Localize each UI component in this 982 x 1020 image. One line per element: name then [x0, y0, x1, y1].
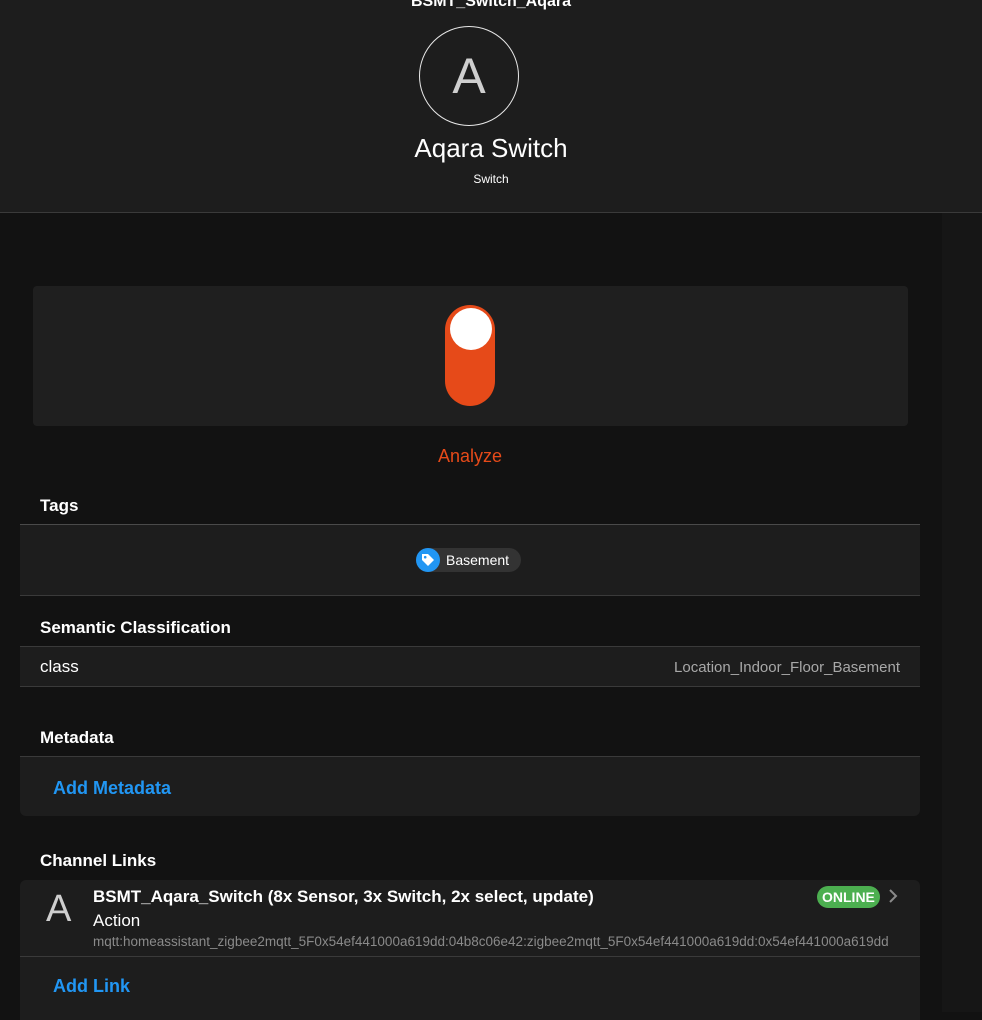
semantic-section-title: Semantic Classification	[40, 618, 231, 637]
switch-toggle[interactable]	[445, 305, 495, 406]
item-type: Switch	[473, 172, 509, 186]
semantic-class-row[interactable]: class Location_Indoor_Floor_Basement	[20, 646, 920, 687]
tags-section-title: Tags	[40, 496, 79, 515]
metadata-block: Add Metadata	[20, 756, 920, 816]
item-avatar: A	[419, 26, 519, 126]
right-rail	[942, 213, 982, 1012]
class-key: class	[40, 657, 79, 676]
link-title: BSMT_Aqara_Switch (8x Sensor, 3x Switch,…	[93, 887, 594, 906]
link-subtitle: Action	[93, 911, 141, 930]
item-header: BSMT_Switch_Aqara A Aqara Switch Switch	[0, 0, 982, 213]
chevron-right-icon	[889, 889, 898, 903]
analyze-link[interactable]: Analyze	[0, 446, 940, 467]
toggle-knob	[450, 308, 492, 350]
channel-links-block: A BSMT_Aqara_Switch (8x Sensor, 3x Switc…	[20, 880, 920, 1020]
add-link-button[interactable]: Add Link	[53, 976, 130, 997]
avatar-letter: A	[452, 48, 486, 104]
channel-links-section-title: Channel Links	[40, 851, 157, 870]
status-badge: ONLINE	[817, 886, 880, 908]
tags-block: Basement	[20, 524, 920, 596]
tag-icon	[416, 548, 440, 572]
channel-link-row[interactable]: A BSMT_Aqara_Switch (8x Sensor, 3x Switc…	[20, 880, 920, 957]
link-channel-uid: mqtt:homeassistant_zigbee2mqtt_5F0x54ef4…	[93, 934, 889, 949]
add-metadata-link[interactable]: Add Metadata	[53, 778, 171, 799]
state-control-card	[33, 286, 908, 426]
tag-chip-basement[interactable]: Basement	[416, 548, 522, 572]
item-title: Aqara Switch	[414, 133, 568, 163]
link-avatar: A	[46, 888, 72, 930]
class-value: Location_Indoor_Floor_Basement	[674, 659, 900, 676]
tag-chip-label: Basement	[446, 552, 510, 568]
metadata-section-title: Metadata	[40, 728, 114, 747]
item-name-label: BSMT_Switch_Aqara	[410, 0, 572, 10]
